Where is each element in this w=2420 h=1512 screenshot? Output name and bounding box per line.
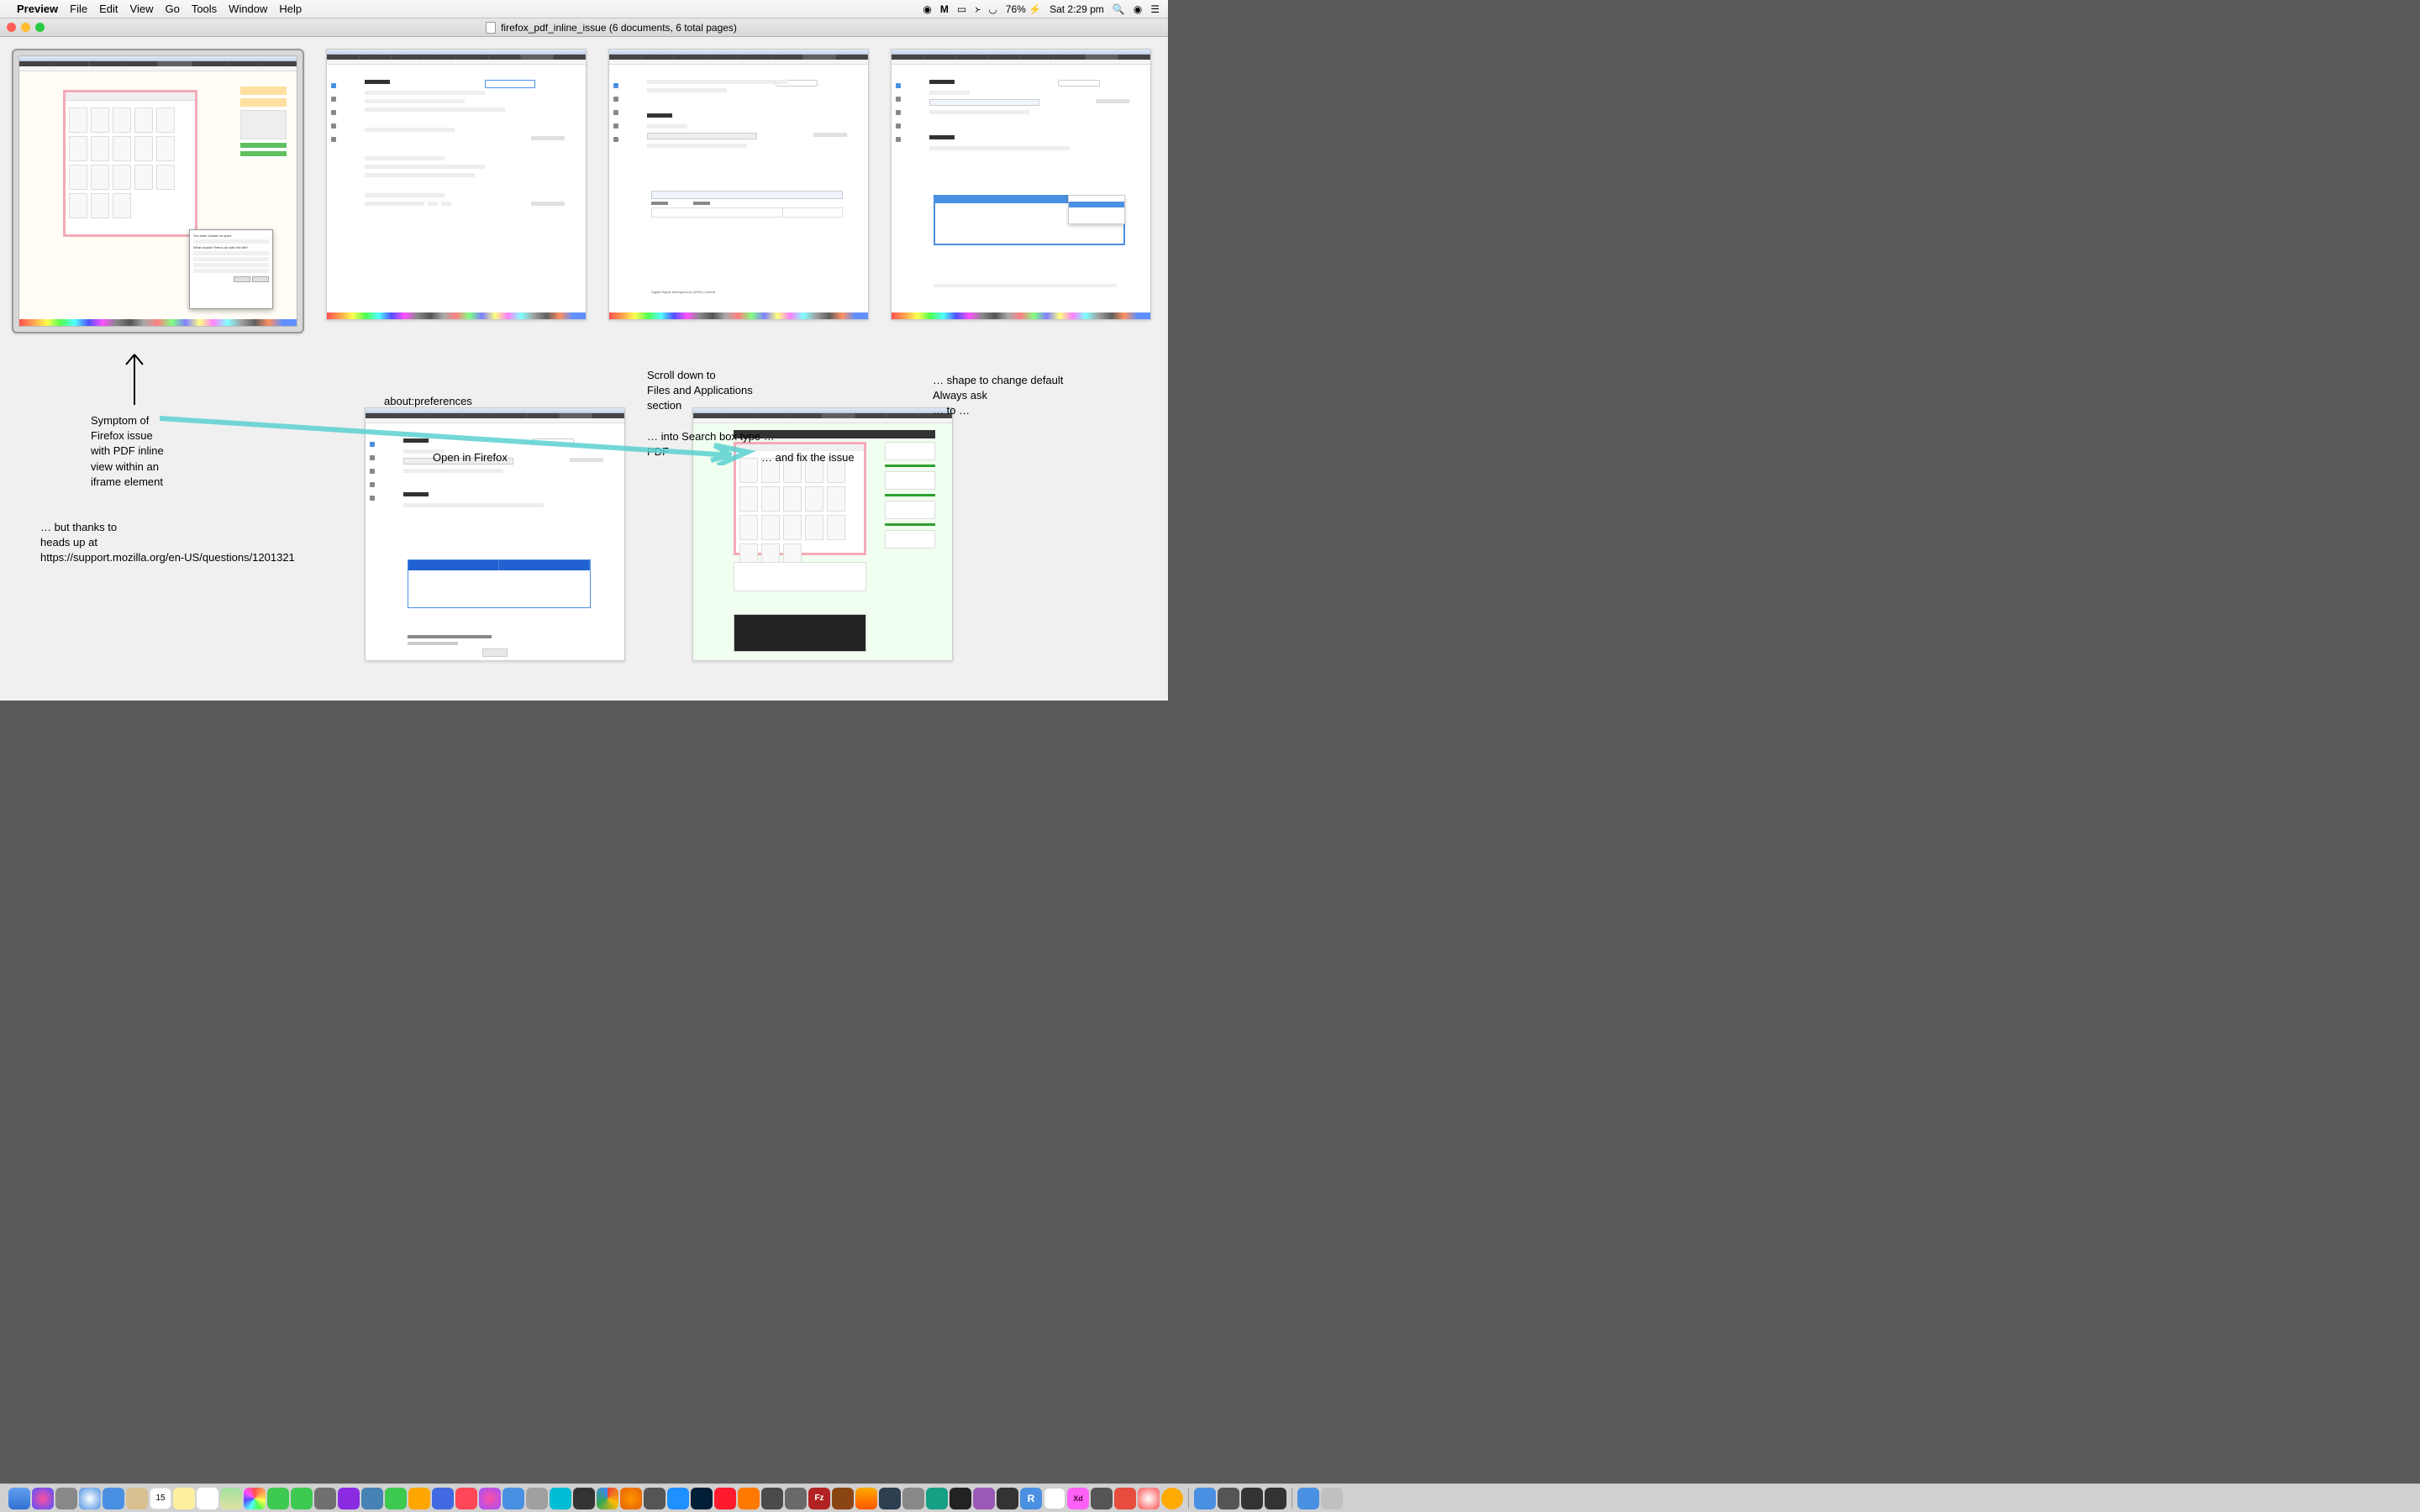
download-dialog: You have chosen to open: What should Fir… (189, 229, 273, 309)
battery-status[interactable]: 76% ⚡ (1006, 3, 1041, 15)
dock-appstore-icon[interactable] (502, 1488, 524, 1509)
annotation-about-prefs: about:preferences (384, 394, 472, 409)
dock-app19-icon[interactable] (973, 1488, 995, 1509)
annotation-fix: … and fix the issue (761, 450, 855, 465)
dock-xd-icon[interactable]: Xd (1067, 1488, 1089, 1509)
dock-app20-icon[interactable] (997, 1488, 1018, 1509)
dock-app22-icon[interactable] (1091, 1488, 1113, 1509)
dock-numbers-icon[interactable] (385, 1488, 407, 1509)
dock-app15-icon[interactable] (855, 1488, 877, 1509)
dock-chrome-icon[interactable] (597, 1488, 618, 1509)
dock-filezilla-icon[interactable]: Fz (808, 1488, 830, 1509)
dock-rstudio-icon[interactable]: R (1020, 1488, 1042, 1509)
dock-finder-icon[interactable] (8, 1488, 30, 1509)
menu-edit[interactable]: Edit (99, 3, 118, 15)
dock-app24-icon[interactable] (1138, 1488, 1160, 1509)
dock-app27-icon[interactable] (1241, 1488, 1263, 1509)
zoom-button[interactable] (35, 23, 45, 32)
dock-app23-icon[interactable] (1114, 1488, 1136, 1509)
page-thumbnail-3[interactable]: Digital Rights Management (DRM) Content (608, 49, 869, 320)
malwarebytes-icon[interactable]: M (940, 3, 949, 15)
app-table (408, 559, 591, 608)
preview-canvas[interactable]: You have chosen to open: What should Fir… (0, 37, 1168, 701)
dock-photos-icon[interactable] (244, 1488, 266, 1509)
dock-app4-icon[interactable] (408, 1488, 430, 1509)
dock-safari-icon[interactable] (79, 1488, 101, 1509)
menu-view[interactable]: View (130, 3, 154, 15)
dock-maps-icon[interactable] (220, 1488, 242, 1509)
menu-tools[interactable]: Tools (192, 3, 217, 15)
dock-app25-icon[interactable] (1161, 1488, 1183, 1509)
dock-app10-icon[interactable] (644, 1488, 666, 1509)
dock-contacts-icon[interactable] (126, 1488, 148, 1509)
dock-app16-icon[interactable] (879, 1488, 901, 1509)
dock-terminal-icon[interactable] (950, 1488, 971, 1509)
airplay-icon[interactable]: ▭ (957, 3, 966, 15)
doc-icon (486, 22, 496, 34)
dock-app28-icon[interactable] (1265, 1488, 1286, 1509)
dock-app12-icon[interactable] (761, 1488, 783, 1509)
dock-app2-icon[interactable] (338, 1488, 360, 1509)
dock-calendar-icon[interactable]: 15 (150, 1488, 171, 1509)
notifications-icon[interactable]: ☰ (1150, 3, 1160, 15)
dock-notes-icon[interactable] (173, 1488, 195, 1509)
dock-app13-icon[interactable] (785, 1488, 807, 1509)
spotlight-icon[interactable]: 🔍 (1113, 3, 1125, 15)
dock-app14-icon[interactable] (832, 1488, 854, 1509)
action-popup (1068, 195, 1125, 224)
dock-mail-icon[interactable] (103, 1488, 124, 1509)
avast-icon[interactable]: ◉ (923, 3, 931, 15)
app-name[interactable]: Preview (17, 3, 58, 15)
dock-facetime-icon[interactable] (291, 1488, 313, 1509)
page-thumbnail-4[interactable] (891, 49, 1151, 320)
dock-app6-icon[interactable] (455, 1488, 477, 1509)
dock-opera-icon[interactable] (714, 1488, 736, 1509)
dock-trash-icon[interactable] (1321, 1488, 1343, 1509)
close-button[interactable] (7, 23, 16, 32)
dock-app17-icon[interactable] (902, 1488, 924, 1509)
dock-photoshop-icon[interactable] (691, 1488, 713, 1509)
dock-downloads-icon[interactable] (1297, 1488, 1319, 1509)
dock-app26-icon[interactable] (1194, 1488, 1216, 1509)
menu-file[interactable]: File (70, 3, 87, 15)
wifi-icon[interactable]: ◡ (988, 3, 997, 15)
bluetooth-icon[interactable]: ᚛ (975, 3, 980, 15)
annotation-shape: … shape to change default Always ask … t… (933, 373, 1063, 419)
page-thumbnail-2[interactable] (326, 49, 587, 320)
dock-app3-icon[interactable] (361, 1488, 383, 1509)
highlighted-region (63, 90, 197, 237)
menu-go[interactable]: Go (165, 3, 179, 15)
dock-firefox-icon[interactable] (620, 1488, 642, 1509)
dock-app18-icon[interactable] (926, 1488, 948, 1509)
dock-launchpad-icon[interactable] (55, 1488, 77, 1509)
window-title: firefox_pdf_inline_issue (6 documents, 6… (501, 22, 737, 34)
dock-avast-icon[interactable] (738, 1488, 760, 1509)
dock-preview-icon[interactable] (1218, 1488, 1239, 1509)
macos-dock: 15 Fz R Xd (0, 1483, 2420, 1512)
siri-icon[interactable]: ◉ (1134, 3, 1142, 15)
dock-app8-icon[interactable] (550, 1488, 571, 1509)
macos-menubar: Preview File Edit View Go Tools Window H… (0, 0, 1168, 18)
dock-messages-icon[interactable] (267, 1488, 289, 1509)
dock-itunes-icon[interactable] (479, 1488, 501, 1509)
annotation-symptom: Symptom of Firefox issue with PDF inline… (91, 413, 164, 490)
menu-window[interactable]: Window (229, 3, 267, 15)
menu-help[interactable]: Help (279, 3, 302, 15)
page-thumbnail-1[interactable]: You have chosen to open: What should Fir… (12, 49, 304, 333)
minimize-button[interactable] (21, 23, 30, 32)
dock-app9-icon[interactable] (573, 1488, 595, 1509)
window-titlebar: firefox_pdf_inline_issue (6 documents, 6… (0, 18, 1168, 37)
dock-separator (1188, 1488, 1189, 1509)
dock-app21-icon[interactable] (1044, 1488, 1065, 1509)
traffic-lights (7, 23, 45, 32)
dock-app1-icon[interactable] (314, 1488, 336, 1509)
clock[interactable]: Sat 2:29 pm (1050, 3, 1104, 15)
dock-app11-icon[interactable] (667, 1488, 689, 1509)
dock-app5-icon[interactable] (432, 1488, 454, 1509)
dock-app7-icon[interactable] (526, 1488, 548, 1509)
annotation-thanks: … but thanks to heads up at https://supp… (40, 520, 295, 566)
dock-siri-icon[interactable] (32, 1488, 54, 1509)
dock-reminders-icon[interactable] (197, 1488, 218, 1509)
